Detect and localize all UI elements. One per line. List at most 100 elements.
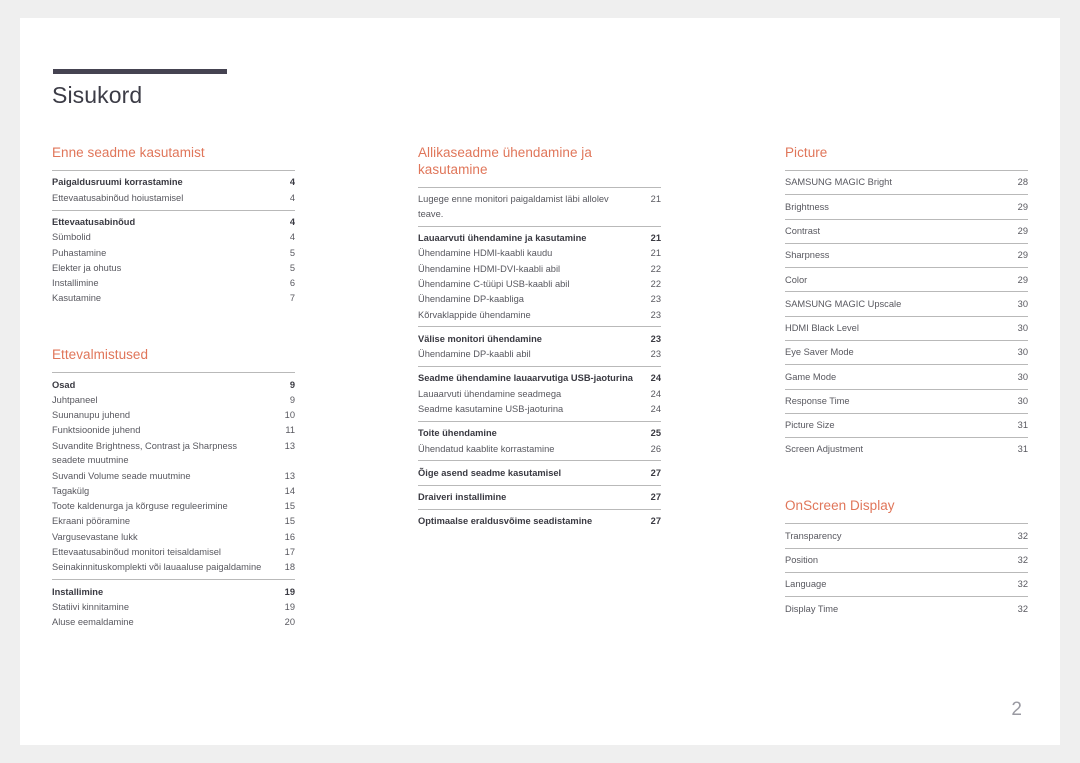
- toc-entry[interactable]: SAMSUNG MAGIC Bright 28: [785, 175, 1028, 190]
- toc-entry[interactable]: Draiveri installimine 27: [418, 490, 661, 505]
- toc-entry-page: 4: [289, 177, 295, 188]
- toc-group: Ettevaatusabinõud 4 Sümbolid 4 Puhastamine 5 E…: [52, 209, 295, 311]
- toc-section-heading[interactable]: Allikaseadme ühendamine ja kasutamine: [418, 144, 661, 178]
- toc-entry[interactable]: Suvandi Volume seade muutmine 13: [52, 468, 295, 483]
- toc-entry[interactable]: Contrast 29: [785, 224, 1028, 239]
- toc-entry[interactable]: Ühendatud kaablite korrastamine 26: [418, 441, 661, 456]
- toc-entry-page: 30: [1017, 371, 1028, 382]
- toc-entry[interactable]: Lugege enne monitori paigaldamist läbi a…: [418, 192, 661, 222]
- title-rule: [53, 69, 227, 74]
- toc-entry-label: Statiivi kinnitamine: [52, 601, 129, 612]
- toc-entry[interactable]: Sharpness 29: [785, 248, 1028, 263]
- toc-entry[interactable]: Display Time 32: [785, 601, 1028, 616]
- toc-entry-label: Ettevaatusabinõud monitori teisaldamisel: [52, 546, 221, 557]
- toc-entry-label: Funktsioonide juhend: [52, 425, 141, 436]
- toc-entry-label: Õige asend seadme kasutamisel: [418, 467, 562, 478]
- toc-entry-page: 29: [1017, 274, 1028, 285]
- toc-entry[interactable]: Ettevaatusabinõud monitori teisaldamisel…: [52, 545, 295, 560]
- toc-entry[interactable]: Installimine 6: [52, 276, 295, 291]
- toc-group: Response Time 30: [785, 388, 1028, 413]
- toc-entry[interactable]: Ekraani pööramine 15: [52, 514, 295, 529]
- toc-entry[interactable]: Eye Saver Mode 30: [785, 345, 1028, 360]
- toc-group: SAMSUNG MAGIC Upscale 30: [785, 291, 1028, 315]
- toc-entry-page: 24: [650, 403, 661, 414]
- toc-entry[interactable]: Ühendamine C-tüüpi USB-kaabli abil 22: [418, 277, 661, 292]
- toc-entry[interactable]: Tagakülg 14: [52, 483, 295, 498]
- toc-entry[interactable]: Toite ühendamine 25: [418, 426, 661, 441]
- toc-entry[interactable]: Ühendamine DP-kaabliga 23: [418, 292, 661, 307]
- toc-entry[interactable]: Kasutamine 7: [52, 291, 295, 306]
- toc-entry[interactable]: Installimine 19: [52, 584, 295, 599]
- toc-entry[interactable]: Toote kaldenurga ja kõrguse reguleerimin…: [52, 499, 295, 514]
- toc-entry[interactable]: Ühendamine HDMI-kaabli kaudu 21: [418, 246, 661, 261]
- toc-entry[interactable]: Kõrvaklappide ühendamine 23: [418, 307, 661, 322]
- toc-section-heading[interactable]: Ettevalmistused: [52, 346, 295, 363]
- toc-entry-label: Brightness: [785, 201, 829, 212]
- toc-entry-label: Language: [785, 579, 827, 590]
- toc-section-heading[interactable]: Picture: [785, 144, 1028, 161]
- toc-entry[interactable]: Osad 9: [52, 377, 295, 392]
- toc-entry-page: 23: [650, 294, 661, 305]
- toc-entry[interactable]: Juhtpaneel 9: [52, 393, 295, 408]
- toc-group: Installimine 19 Statiivi kinnitamine 19 Alus…: [52, 579, 295, 634]
- toc-entry[interactable]: Suunanupu juhend 10: [52, 408, 295, 423]
- toc-entry[interactable]: Optimaalse eraldusvõime seadistamine 27: [418, 514, 661, 529]
- toc-entry[interactable]: Lauaarvuti ühendamine ja kasutamine 21: [418, 231, 661, 246]
- toc-group: HDMI Black Level 30: [785, 315, 1028, 340]
- toc-entry[interactable]: Funktsioonide juhend 11: [52, 423, 295, 438]
- toc-entry[interactable]: Ühendamine DP-kaabli abil 23: [418, 347, 661, 362]
- toc-entry[interactable]: Brightness 29: [785, 199, 1028, 214]
- toc-group: Language 32: [785, 571, 1028, 596]
- toc-entry[interactable]: Välise monitori ühendamine 23: [418, 331, 661, 346]
- toc-entry[interactable]: Ettevaatusabinõud hoiustamisel 4: [52, 190, 295, 205]
- toc-entry[interactable]: Ühendamine HDMI-DVI-kaabli abil 22: [418, 261, 661, 276]
- toc-entry-page: 30: [1017, 395, 1028, 406]
- toc-entry-label: Installimine: [52, 586, 104, 597]
- toc-group: Osad 9 Juhtpaneel 9 Suunanupu juhend 10 Funkts…: [52, 372, 295, 579]
- toc-entry[interactable]: Elekter ja ohutus 5: [52, 260, 295, 275]
- toc-entry-label: HDMI Black Level: [785, 323, 859, 334]
- toc-entry[interactable]: Sümbolid 4: [52, 230, 295, 245]
- toc-entry[interactable]: Aluse eemaldamine 20: [52, 615, 295, 630]
- toc-entry[interactable]: Transparency 32: [785, 528, 1028, 543]
- toc-group: Transparency 32: [785, 523, 1028, 547]
- toc-entry[interactable]: Õige asend seadme kasutamisel 27: [418, 465, 661, 480]
- toc-entry-label: Juhtpaneel: [52, 394, 98, 405]
- toc-entry[interactable]: HDMI Black Level 30: [785, 321, 1028, 336]
- toc-group: Eye Saver Mode 30: [785, 339, 1028, 364]
- toc-entry[interactable]: Position 32: [785, 553, 1028, 568]
- toc-group: Draiveri installimine 27: [418, 484, 661, 509]
- toc-entry-label: SAMSUNG MAGIC Upscale: [785, 298, 902, 309]
- toc-entry[interactable]: Screen Adjustment 31: [785, 442, 1028, 457]
- toc-entry[interactable]: Vargusevastane lukk 16: [52, 529, 295, 544]
- toc-entry[interactable]: Suvandite Brightness, Contrast ja Sharpn…: [52, 438, 295, 468]
- toc-entry-page: 19: [284, 586, 295, 597]
- toc-entry[interactable]: Ettevaatusabinõud 4: [52, 215, 295, 230]
- toc-entry[interactable]: Seinakinnituskomplekti või lauaaluse pai…: [52, 560, 295, 575]
- toc-entry-page: 9: [289, 379, 295, 390]
- toc-entry[interactable]: Puhastamine 5: [52, 245, 295, 260]
- toc-section: Allikaseadme ühendamine ja kasutamine Lug…: [418, 144, 661, 533]
- toc-entry[interactable]: Seadme ühendamine lauaarvutiga USB-jaotu…: [418, 371, 661, 386]
- toc-entry[interactable]: Paigaldusruumi korrastamine 4: [52, 175, 295, 190]
- toc-section-heading[interactable]: Enne seadme kasutamist: [52, 144, 295, 161]
- toc-entry-label: Sharpness: [785, 250, 830, 261]
- toc-entry-page: 20: [284, 617, 295, 628]
- toc-entry-page: 30: [1017, 298, 1028, 309]
- toc-entry[interactable]: Lauaarvuti ühendamine seadmega 24: [418, 386, 661, 401]
- toc-entry-label: Paigaldusruumi korrastamine: [52, 177, 183, 188]
- toc-entry-label: Draiveri installimine: [418, 492, 507, 503]
- toc-entry[interactable]: Picture Size 31: [785, 418, 1028, 433]
- toc-entry-page: 7: [289, 293, 295, 304]
- toc-entry[interactable]: Language 32: [785, 577, 1028, 592]
- toc-entry[interactable]: Seadme kasutamine USB-jaoturina 24: [418, 402, 661, 417]
- toc-entry[interactable]: Color 29: [785, 272, 1028, 287]
- toc-group: Contrast 29: [785, 218, 1028, 243]
- toc-entry[interactable]: Statiivi kinnitamine 19: [52, 599, 295, 614]
- toc-entry[interactable]: Game Mode 30: [785, 369, 1028, 384]
- toc-entry-label: Ühendamine DP-kaabli abil: [418, 349, 531, 360]
- toc-entry-page: 31: [1017, 444, 1028, 455]
- toc-entry[interactable]: SAMSUNG MAGIC Upscale 30: [785, 296, 1028, 311]
- toc-section-heading[interactable]: OnScreen Display: [785, 497, 1028, 514]
- toc-entry[interactable]: Response Time 30: [785, 394, 1028, 409]
